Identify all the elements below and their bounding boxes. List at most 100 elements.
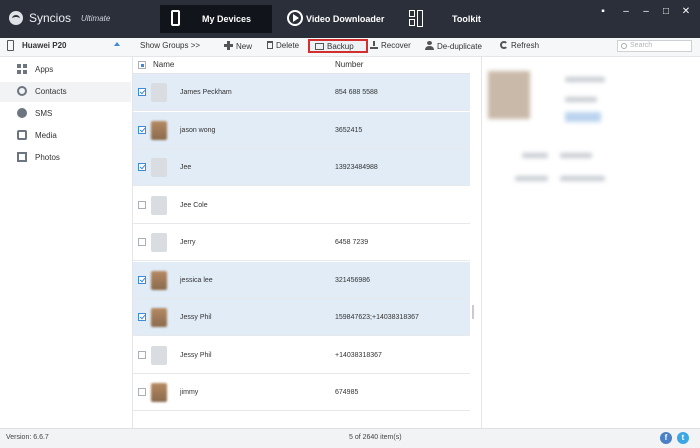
row-checkbox[interactable] bbox=[138, 388, 146, 396]
default-avatar-icon bbox=[151, 83, 167, 102]
default-avatar-icon bbox=[151, 345, 167, 365]
minimize-window-button[interactable]: – bbox=[640, 6, 652, 18]
recover-download-icon bbox=[370, 41, 378, 49]
contact-name: jessica lee bbox=[180, 276, 213, 284]
close-button[interactable]: ✕ bbox=[680, 6, 692, 18]
table-row[interactable]: Jessy Phil +14038318367 bbox=[133, 337, 470, 374]
default-avatar-icon bbox=[151, 158, 167, 177]
contact-name: Jerry bbox=[180, 239, 196, 246]
media-icon bbox=[17, 130, 27, 140]
tab-toolkit-label: Toolkit bbox=[452, 14, 481, 24]
sidebar-item-contacts[interactable]: Contacts bbox=[0, 82, 131, 102]
table-row[interactable]: James Peckham 854 688 5588 bbox=[133, 74, 470, 111]
sidebar-item-label: Apps bbox=[35, 65, 54, 74]
row-checkbox[interactable] bbox=[138, 200, 146, 209]
row-checkbox[interactable] bbox=[138, 238, 146, 246]
row-checkbox[interactable] bbox=[138, 313, 146, 321]
search-placeholder: Search bbox=[630, 42, 653, 49]
row-checkbox[interactable] bbox=[138, 275, 146, 284]
app-edition: Ultimate bbox=[81, 14, 111, 23]
blurred-field-label bbox=[515, 176, 548, 181]
table-row[interactable]: Jessy Phil 159847623;+14038318367 bbox=[133, 299, 470, 336]
show-groups-label: Show Groups >> bbox=[140, 41, 201, 50]
scrollbar-thumb[interactable] bbox=[472, 305, 474, 319]
recover-button[interactable]: Recover bbox=[370, 41, 411, 53]
blurred-field-label bbox=[522, 153, 548, 158]
de-duplicate-label: De-duplicate bbox=[437, 42, 482, 51]
contact-photo-avatar bbox=[151, 120, 167, 140]
de-duplicate-button[interactable]: De-duplicate bbox=[425, 41, 482, 53]
play-icon bbox=[287, 10, 303, 26]
blurred-contact-name bbox=[565, 77, 605, 82]
contact-number: 3652415 bbox=[335, 126, 363, 134]
contact-photo-avatar bbox=[151, 270, 167, 290]
feedback-icon[interactable]: ▪ bbox=[597, 6, 609, 18]
tab-video-downloader[interactable]: Video Downloader bbox=[280, 5, 398, 33]
show-groups-button[interactable]: Show Groups >> bbox=[140, 41, 200, 53]
contacts-icon bbox=[17, 86, 27, 96]
table-row[interactable]: jason wong 3652415 bbox=[133, 111, 470, 149]
row-checkbox[interactable] bbox=[138, 163, 146, 171]
plus-icon bbox=[224, 41, 233, 50]
sidebar-item-label: Photos bbox=[35, 153, 60, 162]
column-header-number[interactable]: Number bbox=[335, 60, 363, 69]
contact-number: 321456986 bbox=[335, 276, 371, 284]
table-row[interactable]: Jee Cole bbox=[133, 187, 470, 224]
table-row[interactable]: Jerry 6458 7239 bbox=[133, 224, 470, 261]
twitter-icon[interactable]: t bbox=[677, 432, 689, 444]
trash-icon bbox=[267, 41, 273, 49]
sidebar-item-media[interactable]: Media bbox=[0, 126, 131, 146]
row-checkbox[interactable] bbox=[138, 125, 146, 134]
delete-button[interactable]: Delete bbox=[267, 41, 299, 53]
sidebar-item-label: SMS bbox=[35, 109, 53, 118]
row-checkbox[interactable] bbox=[138, 88, 146, 96]
toolbar: Huawei P20 Show Groups >> New Delete Bac… bbox=[0, 38, 700, 57]
device-phone-icon bbox=[7, 40, 14, 51]
row-checkbox[interactable] bbox=[138, 350, 146, 359]
refresh-label: Refresh bbox=[511, 41, 540, 50]
default-avatar-icon bbox=[151, 233, 167, 252]
status-bar: Version: 6.6.7 5 of 2640 item(s) f t bbox=[0, 428, 700, 448]
table-row[interactable]: jimmy 674985 bbox=[133, 374, 470, 411]
sidebar-item-photos[interactable]: Photos bbox=[0, 148, 131, 168]
facebook-icon[interactable]: f bbox=[660, 432, 672, 444]
syncios-logo-icon bbox=[9, 11, 23, 25]
sidebar-item-label: Contacts bbox=[35, 87, 67, 96]
blurred-field-value bbox=[560, 153, 592, 158]
new-button[interactable]: New bbox=[224, 41, 252, 53]
contact-number: 13923484988 bbox=[335, 164, 378, 171]
sidebar-item-apps[interactable]: Apps bbox=[0, 60, 131, 80]
contact-name: Jee Cole bbox=[180, 201, 208, 209]
people-icon bbox=[425, 41, 434, 50]
tab-toolkit[interactable]: Toolkit bbox=[402, 5, 492, 33]
backup-button[interactable]: Backup bbox=[308, 39, 368, 53]
refresh-button[interactable]: Refresh bbox=[500, 41, 539, 53]
contact-name: jason wong bbox=[180, 126, 216, 134]
contact-number: 674985 bbox=[335, 389, 359, 396]
app-name: Syncios bbox=[29, 11, 72, 25]
contact-number: 6458 7239 bbox=[335, 239, 369, 246]
select-all-checkbox[interactable] bbox=[138, 61, 146, 69]
contact-photo-avatar bbox=[151, 308, 167, 327]
contact-name: Jessy Phil bbox=[180, 314, 212, 321]
minimize-button[interactable]: – bbox=[620, 6, 632, 18]
title-bar: Syncios Ultimate My Devices Video Downlo… bbox=[0, 0, 700, 38]
maximize-button[interactable]: □ bbox=[660, 6, 672, 18]
contact-number: +14038318367 bbox=[335, 351, 382, 359]
blurred-edit-button[interactable] bbox=[565, 112, 601, 122]
list-header: Name Number bbox=[133, 57, 470, 74]
tab-my-devices[interactable]: My Devices bbox=[160, 5, 272, 33]
photos-icon bbox=[17, 152, 27, 162]
table-row[interactable]: Jee 13923484988 bbox=[133, 149, 470, 186]
eject-icon[interactable] bbox=[114, 42, 120, 46]
sidebar-item-sms[interactable]: SMS bbox=[0, 104, 131, 124]
search-icon bbox=[621, 43, 627, 49]
contact-number: 159847623;+14038318367 bbox=[335, 314, 419, 321]
phone-icon bbox=[171, 10, 180, 26]
column-header-name[interactable]: Name bbox=[153, 60, 174, 69]
search-input[interactable]: Search bbox=[617, 40, 692, 52]
table-row[interactable]: jessica lee 321456986 bbox=[133, 261, 470, 299]
contact-name: jimmy bbox=[180, 389, 199, 396]
sidebar-item-label: Media bbox=[35, 131, 57, 140]
recover-label: Recover bbox=[381, 41, 411, 50]
